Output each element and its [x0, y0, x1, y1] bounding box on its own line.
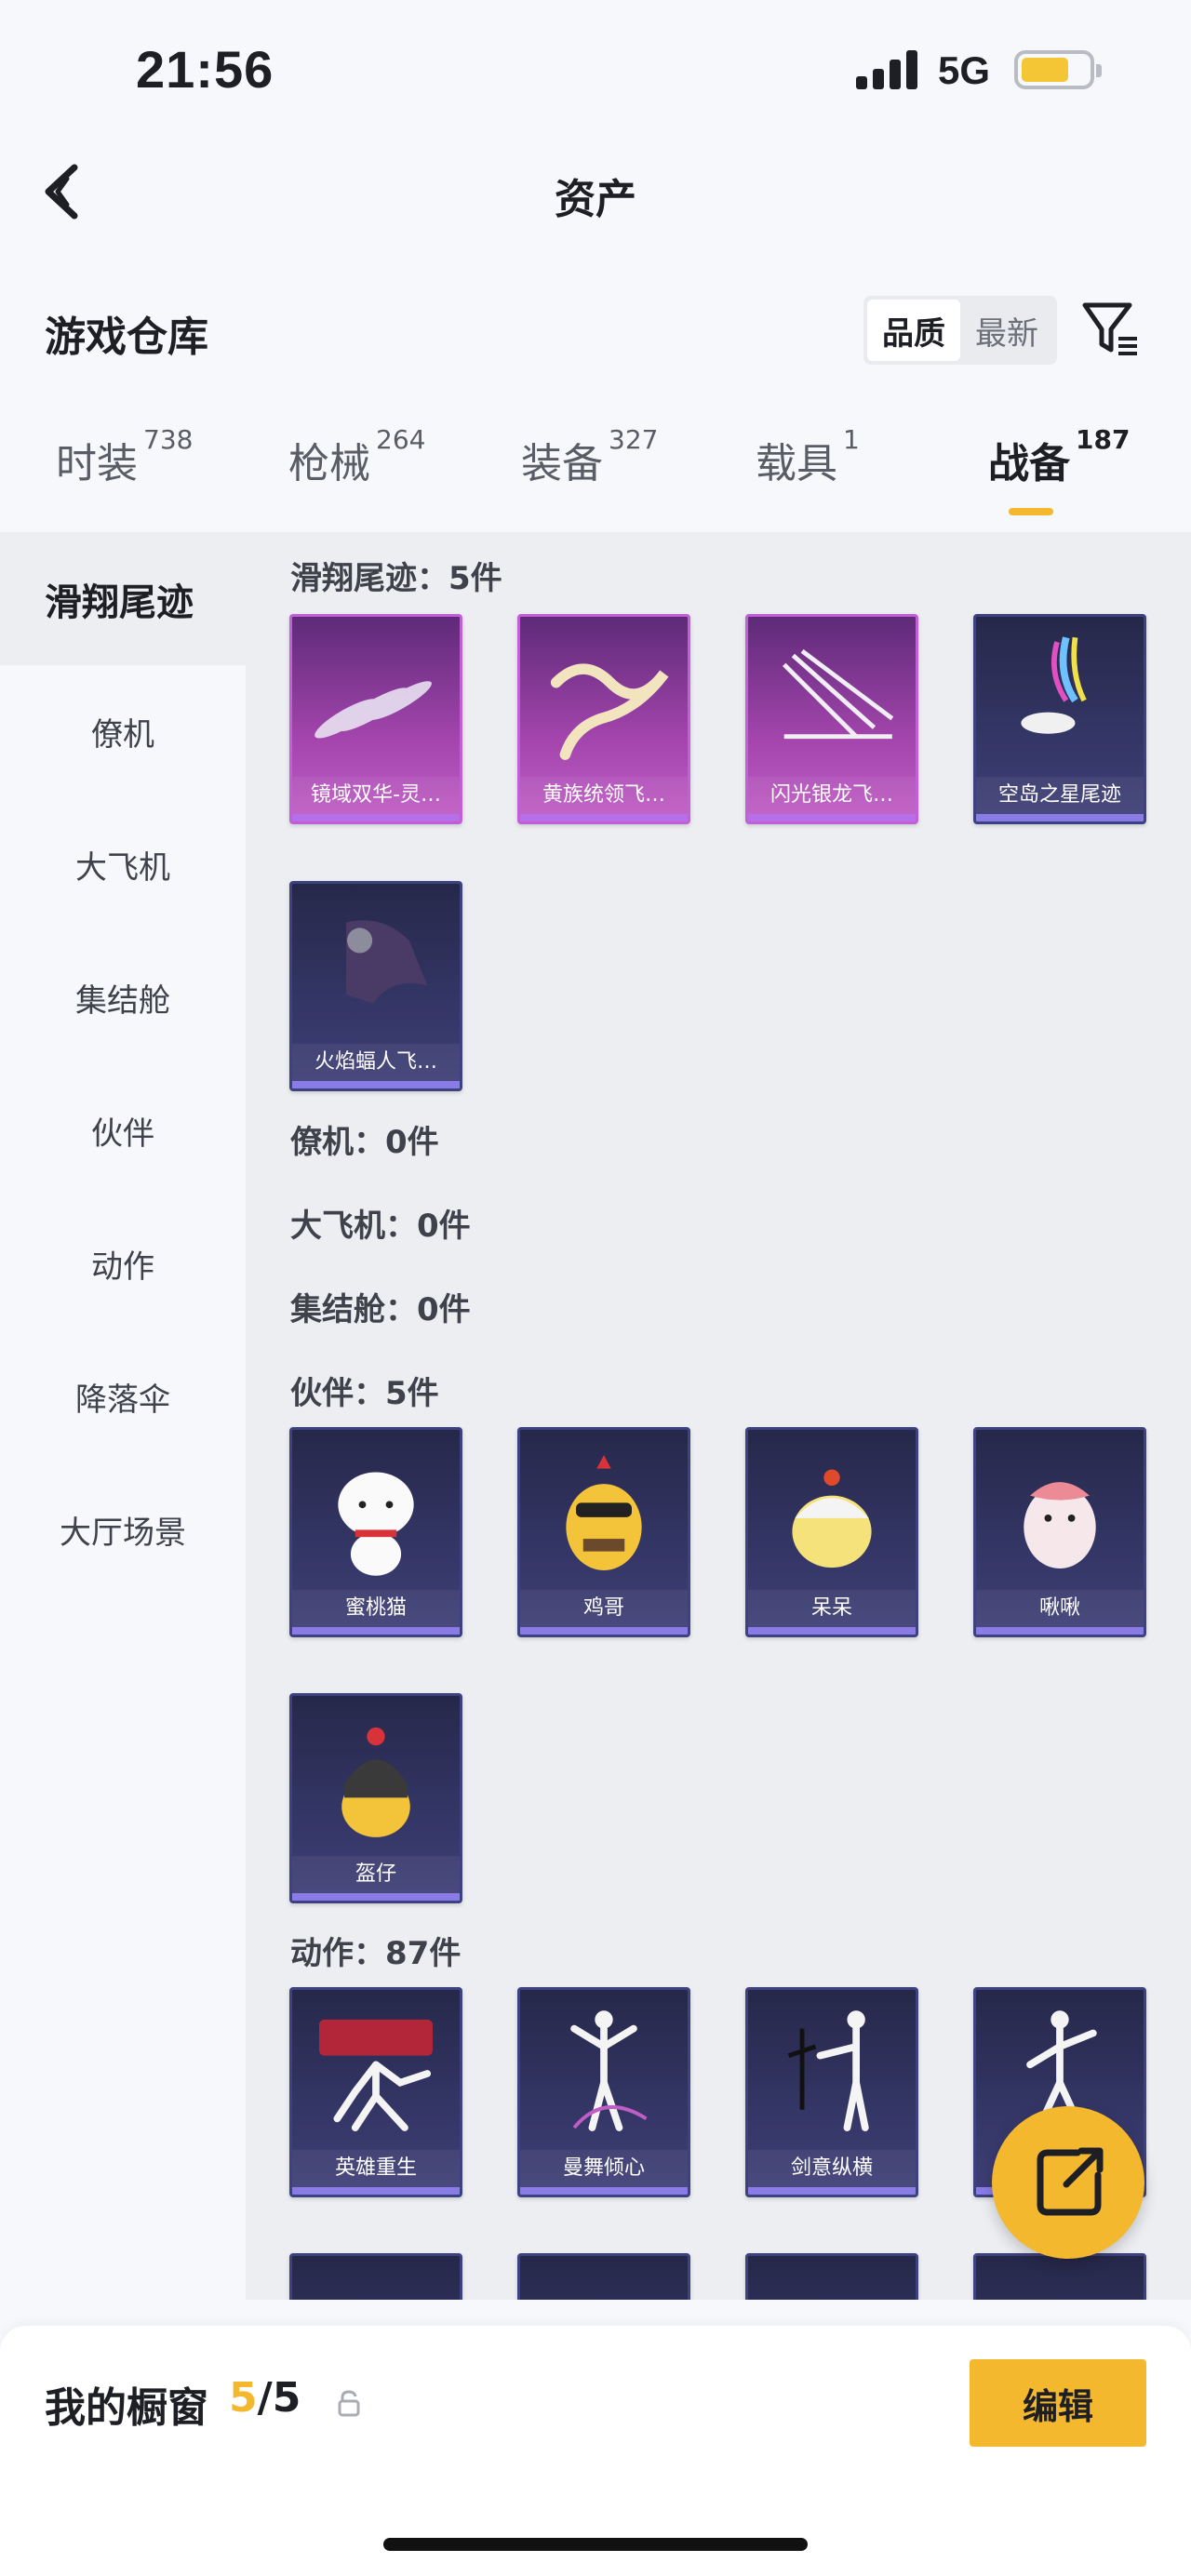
- item-card[interactable]: [289, 2253, 462, 2300]
- tab-label: 时装: [56, 440, 138, 487]
- item-card[interactable]: 火焰蝠人飞…: [289, 881, 462, 1091]
- item-card[interactable]: 曼舞倾心: [517, 1987, 690, 2197]
- item-list: 滑翔尾迹：5件 镜域双华-灵… 黄族统领飞… 闪光银龙飞… 空岛之星尾迹 火焰蝠…: [246, 532, 1191, 2300]
- share-external-icon: [1037, 2147, 1104, 2216]
- group-title-glide: 滑翔尾迹：5件: [290, 560, 502, 597]
- item-name: 蜜桃猫: [292, 1590, 460, 1627]
- item-art-icon: [570, 2010, 648, 2131]
- status-time: 21:56: [136, 40, 274, 99]
- sidebar-item-big-plane[interactable]: 大飞机: [0, 798, 246, 931]
- item-card[interactable]: 英雄重生: [289, 1987, 462, 2197]
- tab-count: 1: [843, 424, 860, 455]
- item-name: 闪光银龙飞…: [748, 777, 916, 814]
- tab-count: 738: [143, 424, 194, 455]
- item-name: 剑意纵横: [748, 2150, 916, 2187]
- item-name: 镜域双华-灵…: [292, 777, 460, 814]
- item-card[interactable]: 闪光银龙飞…: [745, 614, 918, 824]
- tab-guns[interactable]: 枪械264: [288, 424, 425, 523]
- category-tabs: 时装738 枪械264 装备327 载具1 战备187: [0, 424, 1191, 532]
- item-card[interactable]: 盔仔: [289, 1693, 462, 1903]
- item-name: 盔仔: [292, 1856, 460, 1893]
- edit-button[interactable]: 编辑: [970, 2359, 1146, 2447]
- item-art-icon: [1024, 1482, 1096, 1569]
- item-art-icon: [1021, 636, 1087, 734]
- item-card[interactable]: 鸡哥: [517, 1427, 690, 1637]
- item-card[interactable]: 空岛之星尾迹: [973, 614, 1146, 824]
- item-card[interactable]: 镜域双华-灵…: [289, 614, 462, 824]
- filter-icon: [1082, 302, 1137, 355]
- sort-toggle: 品质 最新: [863, 296, 1057, 365]
- item-card[interactable]: [973, 2253, 1146, 2300]
- sidebar-item-glide-trail[interactable]: 滑翔尾迹: [0, 532, 246, 665]
- item-card[interactable]: [517, 2253, 690, 2300]
- sidebar-item-wingman[interactable]: 僚机: [0, 665, 246, 798]
- tab-count: 187: [1076, 424, 1131, 455]
- showcase-label: 我的橱窗: [45, 2384, 208, 2432]
- item-card[interactable]: 呆呆: [745, 1427, 918, 1637]
- group-title-pod: 集结舱：0件: [290, 1291, 471, 1328]
- item-card[interactable]: [745, 2253, 918, 2300]
- item-art-icon: [346, 920, 428, 1004]
- active-tab-indicator: [1009, 508, 1053, 515]
- home-indicator: [383, 2538, 808, 2551]
- item-art-icon: [314, 681, 432, 739]
- sort-quality-option[interactable]: 品质: [867, 300, 960, 361]
- sidebar-item-pod[interactable]: 集结舱: [0, 931, 246, 1064]
- item-art-icon: [566, 1455, 642, 1570]
- item-art-icon: [787, 2010, 869, 2131]
- page-title: 资产: [555, 176, 636, 223]
- item-name: 火焰蝠人飞…: [292, 1044, 460, 1081]
- status-bar: 21:56 5G: [0, 0, 1191, 140]
- sort-newest-option[interactable]: 最新: [960, 300, 1053, 361]
- filter-button[interactable]: [1077, 296, 1144, 363]
- item-name: 黄族统领飞…: [520, 777, 688, 814]
- sidebar-item-partner[interactable]: 伙伴: [0, 1064, 246, 1197]
- item-art-icon: [338, 1472, 414, 1576]
- item-card[interactable]: 啾啾: [973, 1427, 1146, 1637]
- tab-label: 载具: [756, 440, 837, 487]
- item-art-icon: [341, 1727, 410, 1837]
- tab-count: 327: [609, 424, 659, 455]
- sidebar-item-emote[interactable]: 动作: [0, 1197, 246, 1330]
- item-name: 鸡哥: [520, 1590, 688, 1627]
- item-art-icon: [782, 648, 894, 740]
- group-title-partner: 伙伴：5件: [290, 1375, 439, 1412]
- showcase-count: 5/5: [229, 2374, 301, 2422]
- group-title-big-plane: 大飞机：0件: [290, 1208, 471, 1245]
- item-name: 曼舞倾心: [520, 2150, 688, 2187]
- item-name: 啾啾: [976, 1590, 1144, 1627]
- tab-vehicles[interactable]: 载具1: [756, 424, 860, 523]
- tab-fashion[interactable]: 时装738: [56, 424, 193, 523]
- share-button[interactable]: [992, 2106, 1144, 2259]
- sidebar: 滑翔尾迹 僚机 大飞机 集结舱 伙伴 动作 降落伞 大厅场景: [0, 532, 246, 2300]
- item-art-icon: [319, 2019, 433, 2131]
- lock-icon: [338, 2390, 360, 2417]
- tab-count: 264: [376, 424, 426, 455]
- sidebar-item-parachute[interactable]: 降落伞: [0, 1330, 246, 1463]
- battery-icon: [1014, 50, 1102, 89]
- tab-label: 战备: [988, 440, 1070, 487]
- item-art-icon: [550, 663, 669, 760]
- item-name: 英雄重生: [292, 2150, 460, 2187]
- tab-equipment[interactable]: 装备327: [521, 424, 658, 523]
- showcase-total: /5: [257, 2374, 301, 2422]
- item-card[interactable]: 蜜桃猫: [289, 1427, 462, 1637]
- tab-label: 装备: [521, 440, 603, 487]
- network-type: 5G: [938, 48, 991, 92]
- tab-label: 枪械: [288, 440, 370, 487]
- item-art-icon: [792, 1469, 872, 1568]
- group-title-wingman: 僚机：0件: [290, 1124, 439, 1161]
- group-title-emote: 动作：87件: [290, 1935, 462, 1972]
- item-card[interactable]: 黄族统领飞…: [517, 614, 690, 824]
- item-name: 呆呆: [748, 1590, 916, 1627]
- item-name: 空岛之星尾迹: [976, 777, 1144, 814]
- sidebar-item-lobby-scene[interactable]: 大厅场景: [0, 1463, 246, 1596]
- section-title: 游戏仓库: [45, 314, 208, 361]
- signal-icon: [856, 47, 923, 89]
- item-card[interactable]: 剑意纵横: [745, 1987, 918, 2197]
- showcase-current: 5: [229, 2374, 258, 2422]
